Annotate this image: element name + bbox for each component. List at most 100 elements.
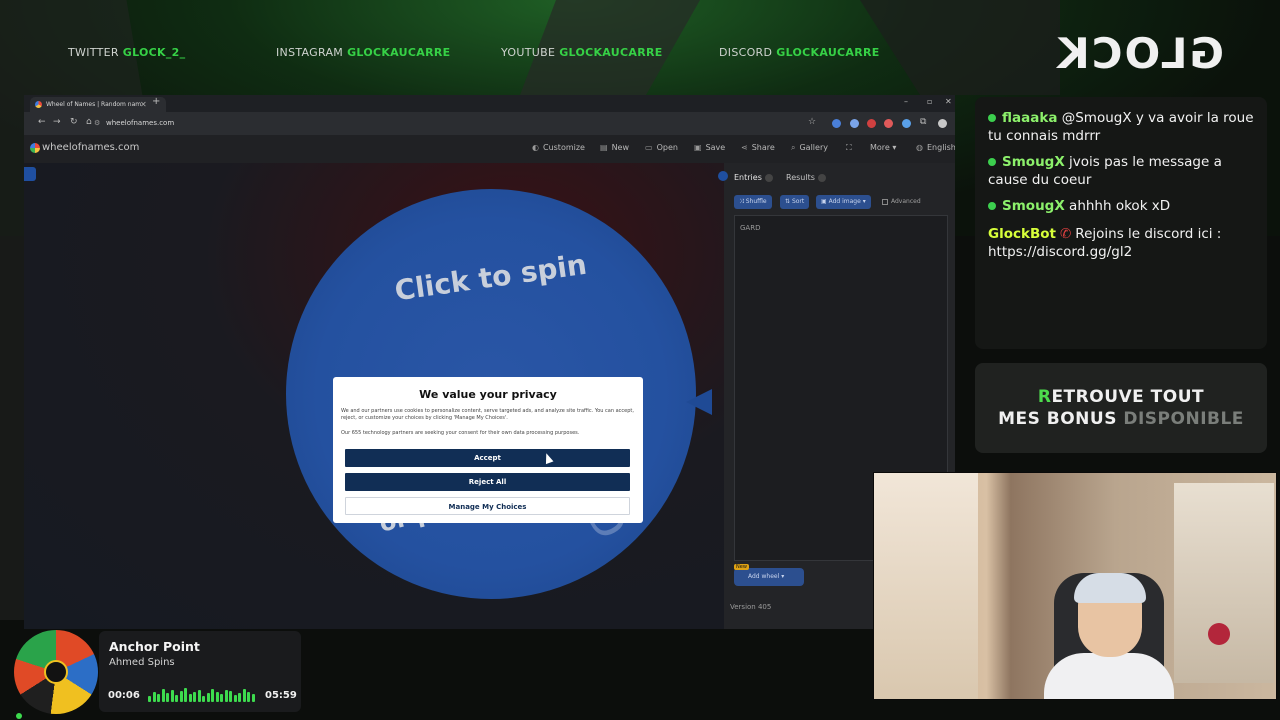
- tab-label: Results: [786, 173, 815, 182]
- waveform-bar: [247, 692, 250, 702]
- new-tab-icon[interactable]: +: [152, 96, 160, 107]
- chevron-down-icon: ▾: [892, 143, 897, 152]
- chevron-down-icon: ▾: [781, 573, 785, 580]
- browser-tab[interactable]: Wheel of Names | Random nam ✕: [30, 97, 166, 112]
- chat-badge-icon: [988, 114, 996, 122]
- waveform-bar: [197, 690, 201, 702]
- menu-gallery[interactable]: ⌕ Gallery: [791, 143, 828, 153]
- reject-all-button[interactable]: Reject All: [345, 473, 630, 491]
- menu-customize[interactable]: ◐ Customize: [532, 143, 585, 152]
- chat-username: flaaaka: [1002, 110, 1058, 126]
- fullscreen-icon[interactable]: ⛶: [846, 143, 852, 153]
- close-window-icon[interactable]: ✕: [945, 97, 952, 106]
- tab-results[interactable]: Results: [786, 173, 826, 182]
- sort-button[interactable]: ⇅ Sort: [780, 195, 810, 209]
- dialog-text: We and our partners use cookies to perso…: [341, 408, 634, 421]
- manage-choices-button[interactable]: Manage My Choices: [345, 497, 630, 515]
- promo-line: RETROUVE TOUT: [975, 387, 1267, 407]
- promo-text: MES: [998, 409, 1047, 429]
- waveform-bar: [157, 694, 160, 702]
- social-discord: DISCORD GLOCKAUCARRE: [719, 46, 880, 59]
- waveform-bar: [193, 692, 196, 702]
- collapse-panel-icon[interactable]: [718, 171, 728, 181]
- promo-text: ETROUVE TOUT: [1051, 387, 1205, 407]
- menu-new[interactable]: ▤ New: [600, 143, 629, 152]
- minimize-icon[interactable]: –: [904, 97, 908, 106]
- accept-button[interactable]: Accept: [345, 449, 630, 467]
- extensions-puzzle-icon[interactable]: ⧉: [920, 117, 926, 127]
- address-bar: ← → ↻ ⌂ ⚙ wheelofnames.com ☆ ⧉: [24, 112, 955, 135]
- promo-panel: RETROUVE TOUT MES BONUS DISPONIBLE: [975, 363, 1267, 453]
- folder-icon: ▭: [645, 143, 653, 152]
- tab-entries[interactable]: Entries: [734, 173, 773, 182]
- site-info-icon[interactable]: ⚙: [94, 117, 100, 130]
- extension-icon[interactable]: [884, 119, 893, 128]
- version-label: Version 405: [730, 603, 772, 611]
- chat-message: flaaaka @SmougX y va avoir la roue tu co…: [988, 109, 1263, 145]
- extension-icon[interactable]: [867, 119, 876, 128]
- menu-open[interactable]: ▭ Open: [645, 143, 678, 152]
- waveform-bar: [233, 695, 237, 702]
- wheel-pointer-icon: [686, 389, 712, 415]
- close-tab-icon[interactable]: ✕: [140, 97, 147, 112]
- button-label: Accept: [474, 454, 501, 462]
- waveform-bar: [188, 694, 192, 702]
- status-dot-icon: [16, 713, 22, 719]
- tab-title: Wheel of Names | Random nam: [46, 101, 142, 108]
- add-image-button[interactable]: ▣ Add image ▾: [816, 195, 871, 209]
- social-handle: GLOCK_2_: [122, 46, 186, 59]
- menu-more[interactable]: More ▾: [870, 143, 896, 152]
- extension-icon[interactable]: [902, 119, 911, 128]
- save-icon: ▣: [694, 143, 702, 152]
- wheel-canvas: Click to spin or press ctrl+enter GARD W…: [24, 163, 724, 629]
- audio-waveform: [148, 688, 258, 702]
- forward-icon[interactable]: →: [53, 117, 61, 127]
- menu-label: English: [926, 143, 955, 152]
- bookmark-star-icon[interactable]: ☆: [808, 117, 816, 127]
- browser-window: Wheel of Names | Random nam ✕ + – ▫ ✕ ← …: [24, 95, 955, 629]
- shuffle-button[interactable]: ⤨ Shuffle: [734, 195, 772, 209]
- menu-save[interactable]: ▣ Save: [694, 143, 725, 152]
- social-bar: TWITTER GLOCK_2_ INSTAGRAM GLOCKAUCARRE YO…: [0, 46, 960, 62]
- checkbox-icon: [882, 198, 888, 205]
- menu-share[interactable]: ⋖ Share: [741, 143, 775, 152]
- advanced-checkbox[interactable]: Advanced: [882, 198, 921, 205]
- now-playing-widget: Anchor Point Ahmed Spins 00:06 05:59: [99, 631, 301, 712]
- menu-label: New: [611, 143, 630, 152]
- edit-icon[interactable]: [24, 167, 36, 181]
- chat-text: ahhhh okok xD: [1069, 198, 1171, 214]
- waveform-bar: [161, 689, 165, 702]
- button-label: Sort: [791, 198, 805, 205]
- album-center: [44, 660, 68, 684]
- share-icon: ⋖: [741, 143, 748, 152]
- menu-language[interactable]: ◍ English: [916, 143, 955, 152]
- site-logo-icon: [30, 143, 40, 153]
- promo-text-dim: DISPONIBLE: [1116, 409, 1244, 429]
- extension-icon[interactable]: [832, 119, 841, 128]
- profile-icon[interactable]: [938, 119, 947, 128]
- waveform-bar: [202, 696, 205, 702]
- social-label: YOUTUBE: [501, 46, 556, 59]
- waveform-bar: [220, 694, 223, 702]
- social-handle: GLOCKAUCARRE: [776, 46, 880, 59]
- sort-icon: ⇅: [785, 198, 792, 205]
- promo-line: MES BONUS DISPONIBLE: [975, 409, 1267, 429]
- extension-icon[interactable]: [850, 119, 859, 128]
- webcam-window-blind: [1174, 483, 1274, 683]
- site-name[interactable]: wheelofnames.com: [42, 142, 139, 153]
- social-twitter: TWITTER GLOCK_2_: [68, 46, 185, 59]
- back-icon[interactable]: ←: [38, 117, 46, 127]
- webcam-feed: [873, 472, 1277, 700]
- promo-text: BONUS: [1046, 409, 1117, 429]
- social-youtube: YOUTUBE GLOCKAUCARRE: [501, 46, 663, 59]
- maximize-icon[interactable]: ▫: [927, 97, 932, 106]
- url-field[interactable]: ⚙ wheelofnames.com: [90, 117, 810, 130]
- entry-text: GARD: [740, 224, 761, 232]
- waveform-bar: [179, 691, 183, 702]
- waveform-bar: [224, 690, 228, 702]
- social-instagram: INSTAGRAM GLOCKAUCARRE: [276, 46, 450, 59]
- reload-icon[interactable]: ↻: [70, 117, 78, 127]
- track-artist: Ahmed Spins: [109, 657, 175, 668]
- add-wheel-button[interactable]: Add wheel ▾: [734, 568, 804, 586]
- social-handle: GLOCKAUCARRE: [347, 46, 451, 59]
